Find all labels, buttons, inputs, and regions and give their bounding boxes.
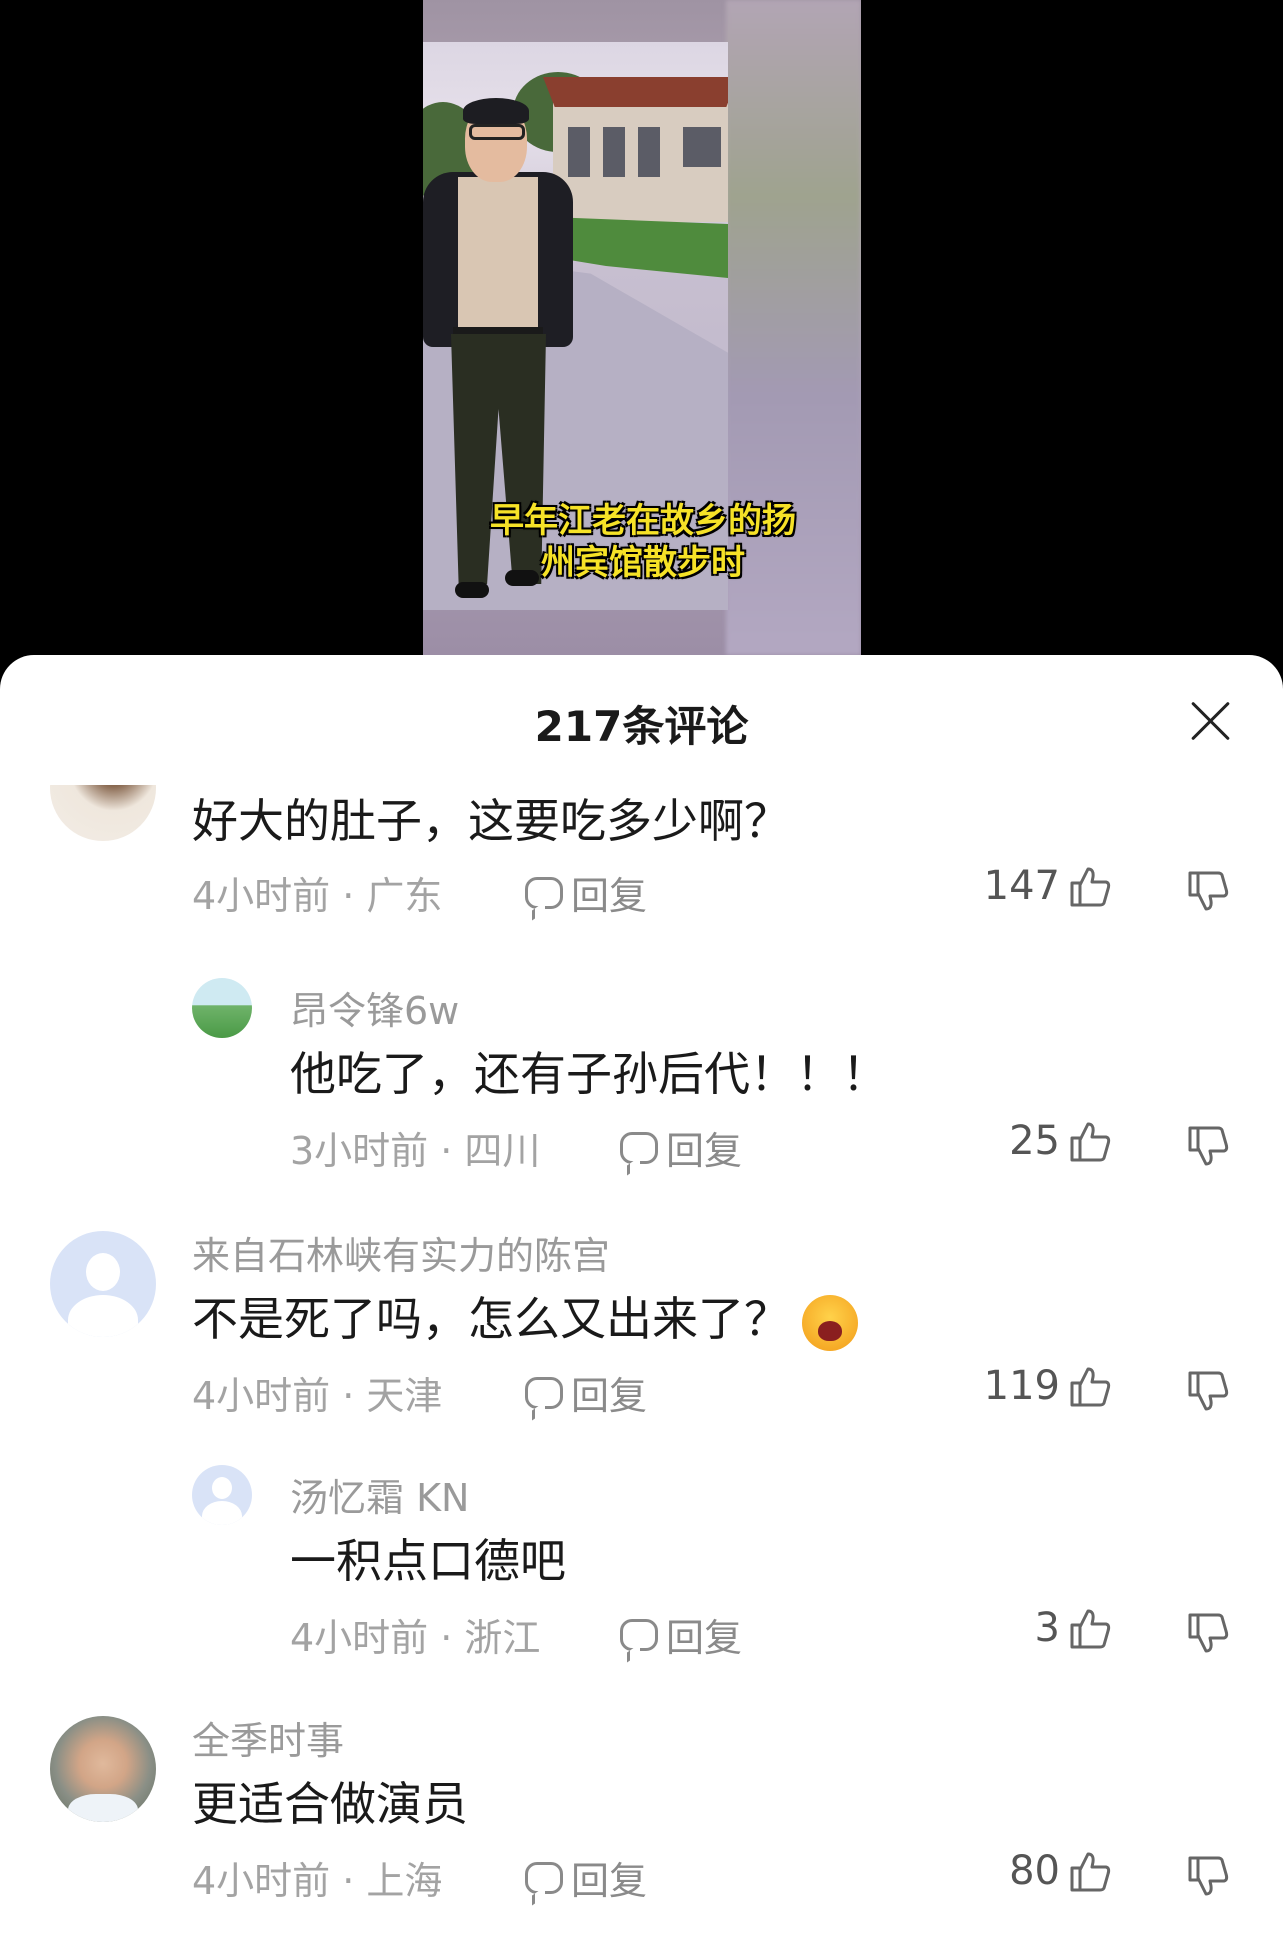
reply-icon — [620, 1131, 658, 1164]
thumb-up-icon[interactable] — [1068, 865, 1112, 909]
thumb-down-icon[interactable] — [1186, 1611, 1230, 1655]
thumb-down-icon[interactable] — [1186, 1124, 1230, 1168]
reply-label: 回复 — [571, 874, 648, 918]
comment-time-location: 4小时前 · 天津 — [192, 1374, 443, 1418]
close-icon[interactable] — [1187, 697, 1233, 743]
like-count: 3 — [1034, 1605, 1060, 1651]
person-shoe — [455, 582, 489, 598]
comment-content: 不是死了吗，怎么又出来了？ — [192, 1283, 858, 1351]
reply-label: 回复 — [666, 1129, 743, 1173]
reply-icon — [525, 1861, 563, 1894]
reply-label: 回复 — [571, 1859, 648, 1903]
comment-username[interactable]: 汤忆霜 KN — [290, 1467, 469, 1522]
comment-content: 一积点口德吧 — [290, 1534, 566, 1588]
thumb-down-icon[interactable] — [1186, 1854, 1230, 1898]
reply-label: 回复 — [571, 1374, 648, 1418]
like-count: 147 — [983, 863, 1060, 909]
building — [543, 77, 728, 222]
comment-content: 好大的肚子，这要吃多少啊？ — [192, 794, 790, 848]
building-window — [603, 127, 625, 177]
comment-username[interactable]: 来自石林峡有实力的陈宫 — [192, 1225, 610, 1280]
video-caption-line2: 州宾馆散步时 — [541, 543, 745, 583]
like-count: 80 — [1009, 1848, 1060, 1894]
thumb-up-icon[interactable] — [1068, 1365, 1112, 1409]
default-avatar-body — [202, 1501, 242, 1525]
comment-time-location: 4小时前 · 广东 — [192, 874, 443, 918]
comment-panel: 217条评论 好大的肚子，这要吃多少啊？ 4小时前 · 广东 回复 147 昂令… — [0, 655, 1283, 1948]
thumb-up-icon[interactable] — [1068, 1607, 1112, 1651]
reply-icon — [525, 1376, 563, 1409]
reply-label: 回复 — [666, 1616, 743, 1660]
building-window — [638, 127, 660, 177]
building-window — [568, 127, 590, 177]
crying-laughing-emoji-icon — [802, 1294, 858, 1351]
reply-icon — [525, 876, 563, 909]
thumb-down-icon[interactable] — [1186, 869, 1230, 913]
comment-content: 更适合做演员 — [192, 1777, 468, 1831]
avatar[interactable] — [50, 1716, 156, 1822]
avatar[interactable] — [192, 1465, 252, 1525]
reply-button[interactable]: 回复 — [525, 1365, 647, 1420]
comment-time-location: 3小时前 · 四川 — [290, 1129, 541, 1173]
default-avatar-head — [212, 1477, 232, 1499]
default-avatar-head — [86, 1253, 120, 1291]
person-shirt — [458, 177, 538, 327]
avatar[interactable] — [50, 1231, 156, 1337]
like-count: 119 — [983, 1363, 1060, 1409]
like-count: 25 — [1009, 1118, 1060, 1164]
building-roof — [543, 77, 728, 107]
person-hair — [463, 98, 529, 124]
person-glasses — [469, 124, 525, 140]
comment-username[interactable]: 昂令锋6w — [290, 980, 459, 1035]
thumb-up-icon[interactable] — [1068, 1850, 1112, 1894]
reply-button[interactable]: 回复 — [525, 1850, 647, 1905]
reply-button[interactable]: 回复 — [620, 1120, 742, 1175]
default-avatar-body — [68, 1295, 138, 1337]
comment-time-location: 4小时前 · 上海 — [192, 1859, 443, 1903]
building-window — [683, 127, 721, 167]
reply-button[interactable]: 回复 — [525, 865, 647, 920]
comment-content: 他吃了，还有子孙后代！！！ — [290, 1047, 888, 1101]
video-caption: 早年江老在故乡的扬 州宾馆散步时 — [483, 500, 803, 584]
video-player[interactable]: 早年江老在故乡的扬 州宾馆散步时 — [0, 0, 1283, 680]
comment-count-title: 217条评论 — [534, 702, 749, 751]
thumb-down-icon[interactable] — [1186, 1369, 1230, 1413]
reply-button[interactable]: 回复 — [620, 1607, 742, 1662]
comment-text: 不是死了吗，怎么又出来了？ — [192, 1292, 790, 1346]
avatar-shirt — [68, 1794, 138, 1822]
comment-username[interactable]: 全季时事 — [192, 1710, 344, 1765]
thumb-up-icon[interactable] — [1068, 1120, 1112, 1164]
video-caption-line1: 早年江老在故乡的扬 — [490, 501, 796, 541]
comment-time-location: 4小时前 · 浙江 — [290, 1616, 541, 1660]
reply-icon — [620, 1618, 658, 1651]
avatar[interactable] — [192, 978, 252, 1038]
